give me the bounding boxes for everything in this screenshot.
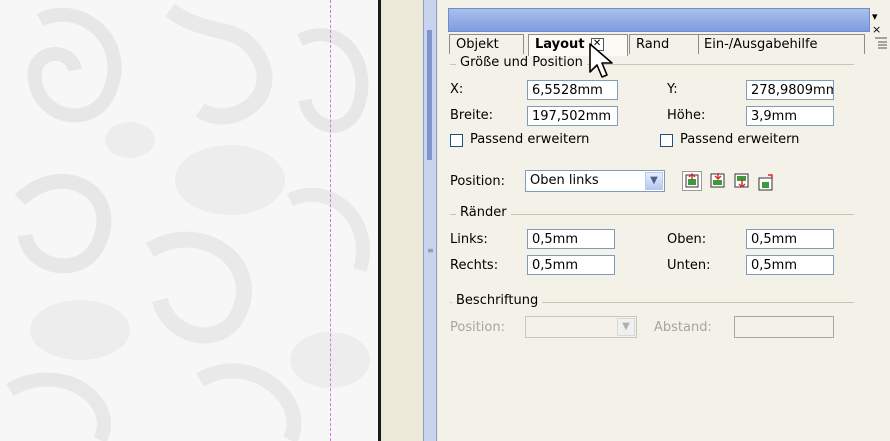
margin-right-label: Rechts: — [450, 258, 499, 273]
tab-label: Layout — [535, 37, 585, 52]
group-label-size-position: Größe und Position — [456, 55, 587, 70]
docker-title-controls[interactable]: ▾ × — [872, 10, 890, 36]
align-left-icon[interactable] — [708, 171, 728, 191]
position-label: Position: — [450, 174, 505, 189]
page-guide-line — [330, 0, 331, 441]
tab-label: Rand — [636, 37, 670, 52]
grip-handle-icon[interactable]: ≡ — [427, 247, 434, 262]
caption-position-dropdown: ▼ — [525, 316, 637, 338]
tab-objekt[interactable]: Objekt — [449, 34, 524, 54]
fit-height-checkbox[interactable] — [660, 134, 673, 147]
align-top-left-icon[interactable] — [682, 171, 702, 191]
margin-bottom-field[interactable]: 0,5mm — [746, 255, 834, 275]
margin-left-label: Links: — [450, 232, 488, 247]
fit-width-checkbox[interactable] — [450, 134, 463, 147]
margin-bottom-label: Unten: — [667, 258, 711, 273]
margin-right-field[interactable]: 0,5mm — [527, 255, 615, 275]
width-label: Breite: — [450, 108, 494, 123]
tab-rand[interactable]: Rand — [629, 34, 699, 54]
x-label: X: — [450, 82, 464, 97]
align-bottom-icon[interactable] — [756, 173, 776, 193]
y-field[interactable]: 278,9809mm — [746, 80, 834, 100]
align-right-icon[interactable] — [732, 171, 752, 191]
fit-width-label[interactable]: Passend erweitern — [470, 132, 589, 147]
margin-top-label: Oben: — [667, 232, 707, 247]
document-canvas[interactable] — [0, 0, 378, 441]
docker-grip[interactable]: ≡ — [423, 0, 437, 441]
chevron-down-icon: ▼ — [617, 318, 635, 336]
menu-icon[interactable] — [874, 36, 888, 52]
caption-position-label: Position: — [450, 320, 505, 335]
height-field[interactable]: 3,9mm — [746, 106, 834, 126]
docker-titlebar[interactable] — [448, 8, 870, 32]
tab-label: Objekt — [456, 37, 499, 52]
position-dropdown[interactable]: Oben links ▼ — [525, 170, 665, 192]
y-label: Y: — [667, 82, 678, 97]
caption-distance-label: Abstand: — [654, 320, 712, 335]
margin-top-field[interactable]: 0,5mm — [746, 229, 834, 249]
chevron-down-icon[interactable]: ▼ — [645, 172, 663, 190]
damask-background-pattern — [6, 3, 370, 441]
width-field[interactable]: 197,502mm — [527, 106, 618, 126]
mouse-cursor-icon — [589, 43, 613, 78]
tab-label: Ein-/Ausgabehilfe — [704, 37, 818, 52]
tab-ein-ausgabehilfe[interactable]: Ein-/Ausgabehilfe — [697, 34, 865, 54]
group-label-caption: Beschriftung — [452, 293, 543, 308]
docker-collapse-bar[interactable] — [427, 30, 432, 160]
group-divider — [450, 214, 854, 215]
position-selected: Oben links — [530, 173, 599, 188]
group-label-margins: Ränder — [456, 205, 511, 220]
fit-height-label[interactable]: Passend erweitern — [680, 132, 799, 147]
caption-distance-field — [734, 316, 834, 338]
margin-left-field[interactable]: 0,5mm — [527, 229, 615, 249]
x-field[interactable]: 6,5528mm — [527, 80, 618, 100]
height-label: Höhe: — [667, 108, 706, 123]
